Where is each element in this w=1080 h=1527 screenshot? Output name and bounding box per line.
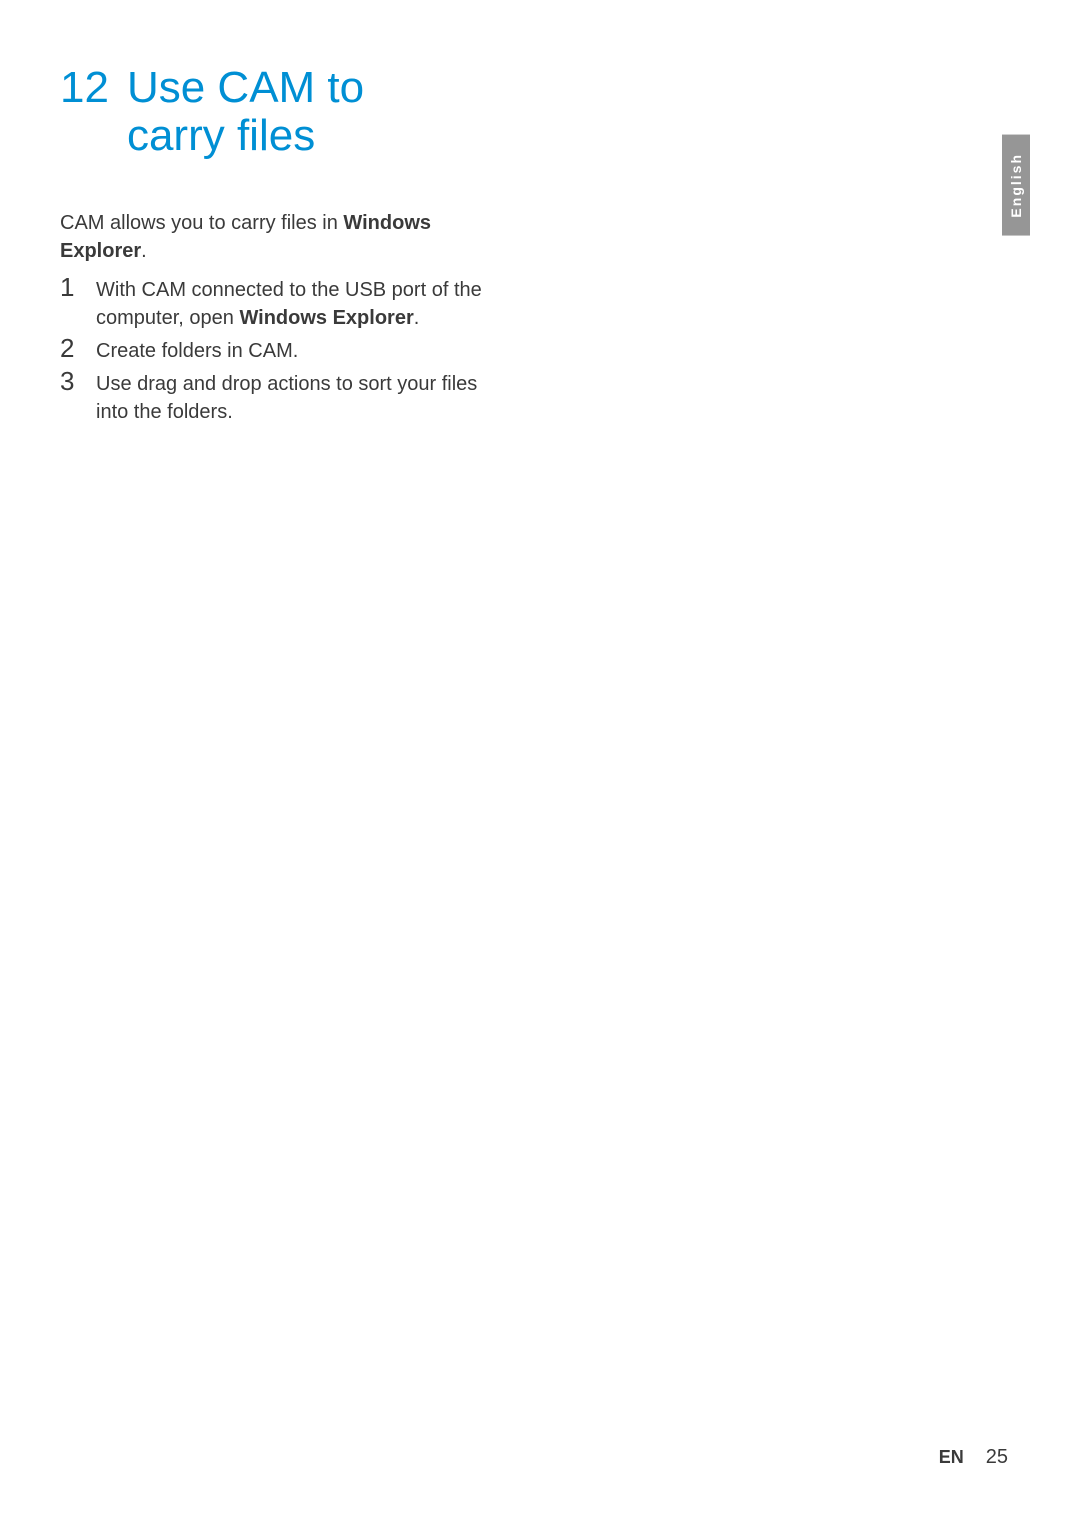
chapter-title-line1: Use CAM to xyxy=(127,63,364,112)
intro-after: . xyxy=(141,240,147,262)
step-number: 1 xyxy=(60,273,96,302)
intro-paragraph: CAM allows you to carry files in Windows… xyxy=(60,209,510,265)
step-number: 2 xyxy=(60,334,96,363)
step-item: 1 With CAM connected to the USB port of … xyxy=(60,273,510,332)
intro-before: CAM allows you to carry files in xyxy=(60,212,343,234)
chapter-title: Use CAM to carry files xyxy=(127,64,364,161)
content-body: CAM allows you to carry files in Windows… xyxy=(60,209,510,426)
step-number: 3 xyxy=(60,367,96,396)
step-item: 3 Use drag and drop actions to sort your… xyxy=(60,367,510,426)
intro-bold1: Windows xyxy=(343,212,431,234)
step-before: Create folders in CAM. xyxy=(96,340,298,362)
step-text: With CAM connected to the USB port of th… xyxy=(96,273,510,332)
step-text: Create folders in CAM. xyxy=(96,334,298,365)
footer-page-number: 25 xyxy=(986,1446,1008,1469)
step-after: . xyxy=(414,307,420,329)
step-text: Use drag and drop actions to sort your f… xyxy=(96,367,510,426)
intro-bold2: Explorer xyxy=(60,240,141,262)
step-bold: Windows Explorer xyxy=(239,307,413,329)
chapter-title-line2: carry files xyxy=(127,111,315,160)
footer-language-code: EN xyxy=(939,1447,964,1468)
language-tab: English xyxy=(1002,135,1030,236)
step-item: 2 Create folders in CAM. xyxy=(60,334,510,365)
step-list: 1 With CAM connected to the USB port of … xyxy=(60,273,510,426)
page-footer: EN 25 xyxy=(939,1446,1008,1469)
chapter-number: 12 xyxy=(60,64,109,112)
step-before: Use drag and drop actions to sort your f… xyxy=(96,373,477,423)
chapter-heading: 12 Use CAM to carry files xyxy=(60,64,1010,161)
document-page: English 12 Use CAM to carry files CAM al… xyxy=(0,0,1080,1527)
